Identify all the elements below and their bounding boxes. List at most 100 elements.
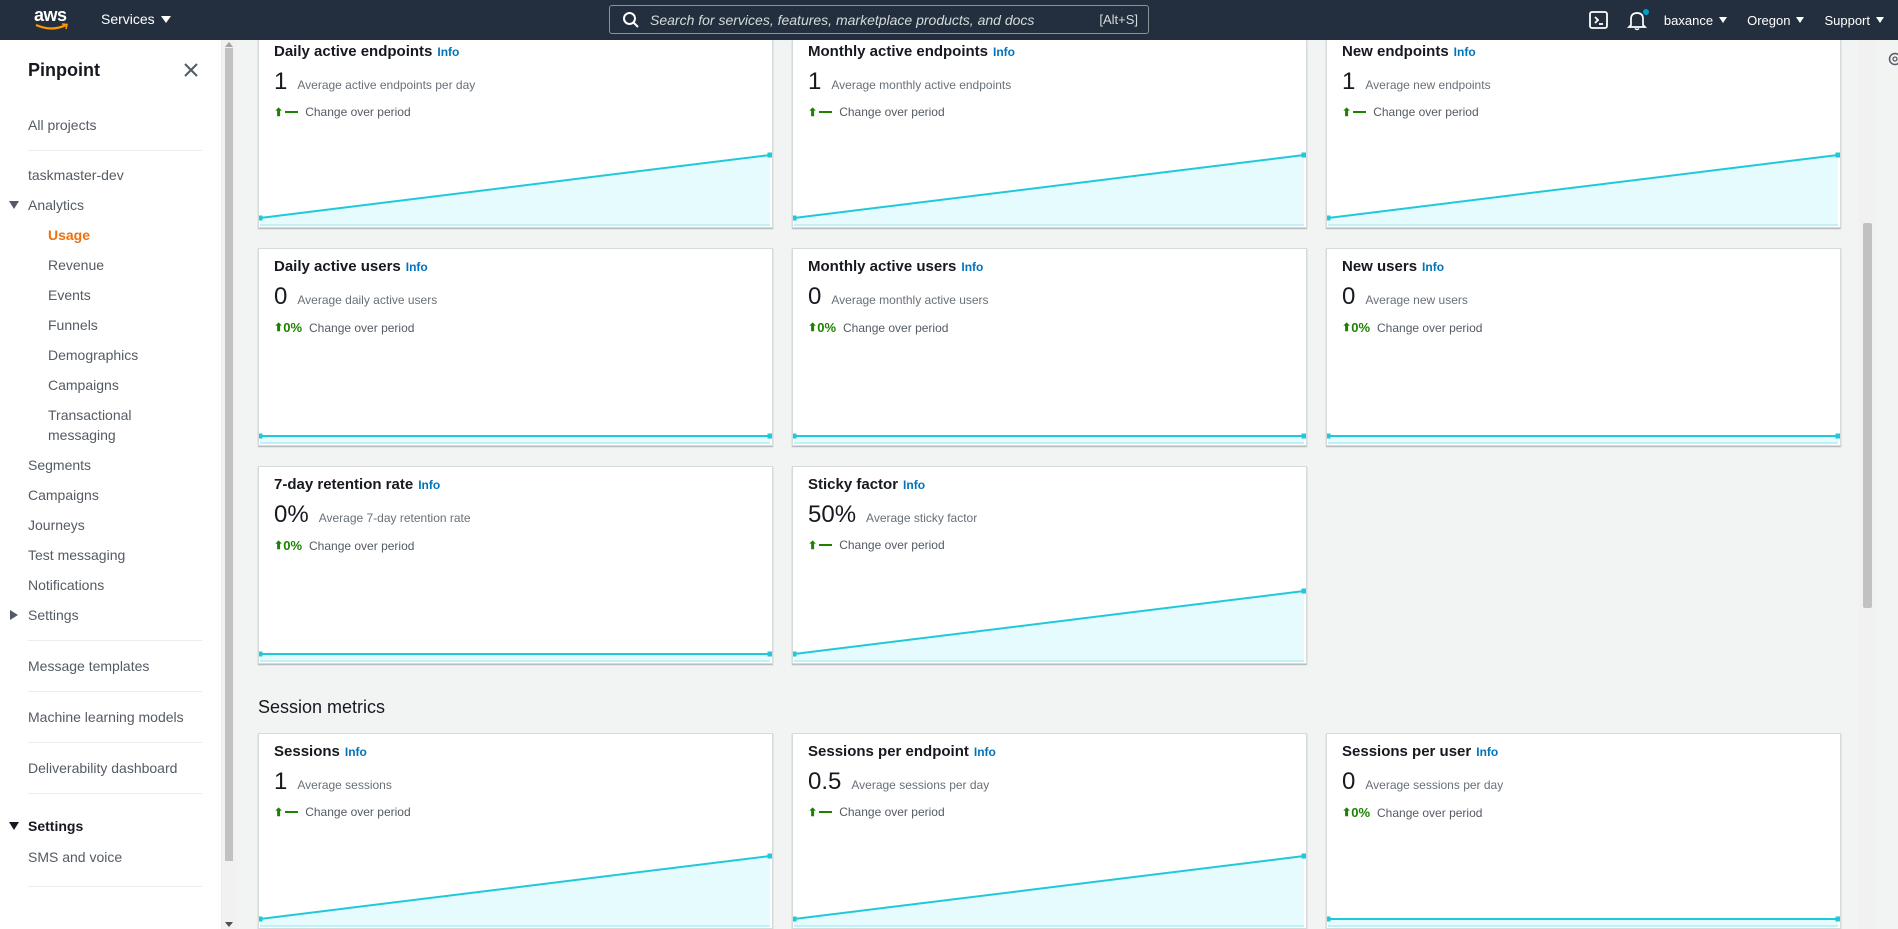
arrow-up-icon: ⬆ bbox=[1342, 807, 1352, 819]
info-link[interactable]: Info bbox=[974, 745, 996, 759]
scrollbar-thumb[interactable] bbox=[1863, 223, 1872, 608]
info-link[interactable]: Info bbox=[1422, 260, 1444, 274]
sparkline-point[interactable] bbox=[793, 916, 797, 922]
sparkline-point[interactable] bbox=[767, 433, 773, 439]
sidebar-section-settings[interactable]: Settings bbox=[28, 816, 83, 836]
settings-gear-icon[interactable] bbox=[1888, 52, 1898, 66]
sparkline-point[interactable] bbox=[259, 916, 263, 922]
sparkline-point[interactable] bbox=[1327, 916, 1331, 922]
sparkline-point[interactable] bbox=[259, 215, 263, 221]
sidebar-item-usage[interactable]: Usage bbox=[48, 225, 90, 245]
card-title-text: Sessions per endpoint bbox=[808, 743, 969, 760]
card-title: Sessions per endpoint Info bbox=[808, 743, 996, 760]
metric-value: 1 bbox=[1342, 68, 1356, 95]
info-link[interactable]: Info bbox=[418, 478, 440, 492]
arrow-up-icon: ⬆ bbox=[1342, 322, 1352, 334]
metric-description: Average new endpoints bbox=[1365, 78, 1491, 92]
sparkline-point[interactable] bbox=[259, 651, 263, 657]
info-link[interactable]: Info bbox=[903, 478, 925, 492]
sparkline-point[interactable] bbox=[793, 651, 797, 657]
sidebar-item-message-templates[interactable]: Message templates bbox=[28, 656, 149, 676]
sidebar-item-deliverability-dashboard[interactable]: Deliverability dashboard bbox=[28, 758, 177, 778]
sparkline-point[interactable] bbox=[793, 215, 797, 221]
metric-description: Average monthly active endpoints bbox=[831, 78, 1012, 92]
sidebar-item-funnels[interactable]: Funnels bbox=[48, 315, 98, 335]
sidebar-item-campaigns[interactable]: Campaigns bbox=[28, 485, 99, 505]
sparkline-chart bbox=[1327, 916, 1841, 927]
info-link[interactable]: Info bbox=[437, 45, 459, 59]
metric-card: New endpoints Info 1 Average new endpoints ⬆… bbox=[1326, 40, 1841, 228]
no-change-dash bbox=[819, 111, 833, 113]
info-link[interactable]: Info bbox=[406, 260, 428, 274]
change-indicator: ⬆ 0% Change over period bbox=[274, 538, 414, 553]
sidebar-item-analytics-campaigns[interactable]: Campaigns bbox=[48, 375, 119, 395]
info-link[interactable]: Info bbox=[993, 45, 1015, 59]
metric-description: Average active endpoints per day bbox=[297, 78, 476, 92]
expand-caret-icon[interactable] bbox=[9, 822, 19, 830]
sidebar-item-analytics[interactable]: Analytics bbox=[28, 195, 84, 215]
change-label: Change over period bbox=[1373, 105, 1479, 119]
search-input[interactable] bbox=[650, 11, 1090, 28]
sidebar-item-ml-models[interactable]: Machine learning models bbox=[28, 707, 184, 727]
sidebar-item-demographics[interactable]: Demographics bbox=[48, 345, 138, 365]
bell-icon[interactable] bbox=[1626, 9, 1649, 31]
scroll-up-icon[interactable] bbox=[225, 42, 233, 47]
sparkline-point[interactable] bbox=[793, 433, 797, 439]
sidebar-item-segments[interactable]: Segments bbox=[28, 455, 91, 475]
sparkline-point[interactable] bbox=[767, 651, 773, 657]
change-label: Change over period bbox=[305, 805, 411, 819]
sparkline-point[interactable] bbox=[1835, 916, 1841, 922]
close-icon[interactable] bbox=[181, 60, 201, 80]
sidebar-item-sms-voice[interactable]: SMS and voice bbox=[28, 847, 122, 867]
card-title-text: Sticky factor bbox=[808, 476, 899, 493]
no-change-dash bbox=[285, 111, 299, 113]
expand-caret-icon[interactable] bbox=[10, 610, 18, 620]
sidebar-item-revenue[interactable]: Revenue bbox=[48, 255, 104, 275]
sidebar-scrollbar[interactable] bbox=[222, 40, 236, 929]
sidebar-item-journeys[interactable]: Journeys bbox=[28, 515, 85, 535]
sidebar-item-transactional-messaging[interactable]: Transactional messaging bbox=[48, 405, 132, 445]
sidebar-item-events[interactable]: Events bbox=[48, 285, 91, 305]
scroll-down-icon[interactable] bbox=[225, 922, 233, 927]
sparkline-point[interactable] bbox=[767, 853, 773, 859]
sparkline-point[interactable] bbox=[1301, 588, 1307, 594]
sidebar-item-settings[interactable]: Settings bbox=[28, 605, 79, 625]
sidebar-item-project[interactable]: taskmaster-dev bbox=[28, 165, 124, 185]
change-indicator: ⬆ 0% Change over period bbox=[1342, 805, 1482, 820]
expand-caret-icon[interactable] bbox=[9, 201, 19, 209]
sparkline-point[interactable] bbox=[1835, 433, 1841, 439]
card-metric: 0 Average new users bbox=[1342, 283, 1468, 311]
card-metric: 0 Average monthly active users bbox=[808, 283, 989, 311]
sparkline-point[interactable] bbox=[1301, 152, 1307, 158]
sparkline-point[interactable] bbox=[1327, 433, 1331, 439]
main-scrollbar[interactable] bbox=[1859, 40, 1876, 929]
nav-right-group: baxance Oregon Support bbox=[1588, 0, 1898, 40]
card-title-text: Monthly active users bbox=[808, 258, 957, 275]
sparkline-point[interactable] bbox=[1301, 433, 1307, 439]
cloudshell-icon[interactable] bbox=[1588, 9, 1610, 31]
aws-logo[interactable]: aws bbox=[34, 6, 70, 34]
search-bar[interactable]: [Alt+S] bbox=[609, 5, 1149, 34]
sparkline-point[interactable] bbox=[1835, 152, 1841, 158]
services-menu[interactable]: Services bbox=[101, 11, 171, 27]
scrollbar-thumb[interactable] bbox=[225, 48, 233, 861]
sparkline-point[interactable] bbox=[1327, 215, 1331, 221]
change-label: Change over period bbox=[839, 538, 945, 552]
info-link[interactable]: Info bbox=[961, 260, 983, 274]
info-link[interactable]: Info bbox=[345, 745, 367, 759]
sparkline-point[interactable] bbox=[259, 433, 263, 439]
sidebar-item-all-projects[interactable]: All projects bbox=[28, 115, 96, 135]
account-menu[interactable]: baxance bbox=[1664, 13, 1728, 28]
sidebar-item-notifications[interactable]: Notifications bbox=[28, 575, 104, 595]
info-link[interactable]: Info bbox=[1476, 745, 1498, 759]
sparkline-chart bbox=[793, 853, 1307, 927]
metric-card: Sessions Info 1 Average sessions ⬆ Change ove… bbox=[258, 733, 773, 929]
change-label: Change over period bbox=[1377, 805, 1483, 820]
sparkline-point[interactable] bbox=[1301, 853, 1307, 859]
metric-card: Monthly active endpoints Info 1 Average mon… bbox=[792, 40, 1307, 228]
info-link[interactable]: Info bbox=[1454, 45, 1476, 59]
support-menu[interactable]: Support bbox=[1824, 13, 1884, 28]
sidebar-item-test-messaging[interactable]: Test messaging bbox=[28, 545, 125, 565]
sparkline-point[interactable] bbox=[767, 152, 773, 158]
region-menu[interactable]: Oregon bbox=[1747, 13, 1805, 28]
